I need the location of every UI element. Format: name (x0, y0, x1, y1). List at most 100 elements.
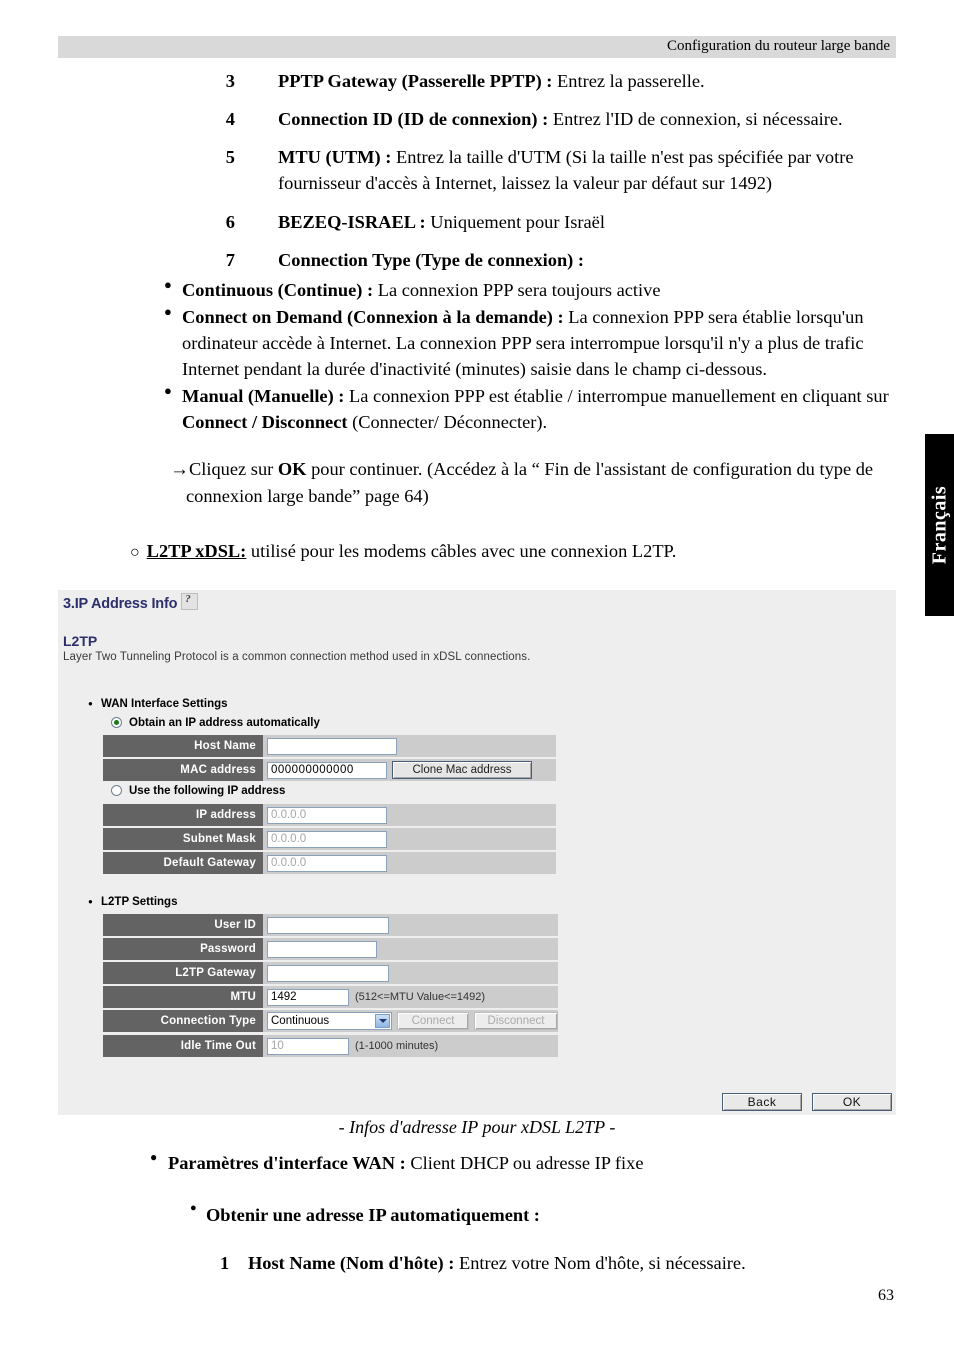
connection-type-selected-value: Continuous (271, 1015, 330, 1027)
bullet-term: Continuous (Continue) : (182, 279, 374, 300)
running-header-title: Configuration du routeur large bande (667, 38, 890, 54)
panel-description: Layer Two Tunneling Protocol is a common… (63, 651, 531, 663)
disconnect-button[interactable]: Disconnect (474, 1012, 558, 1030)
figure-caption: - Infos d'adresse IP pour xDSL L2TP - (338, 1117, 616, 1137)
subnet-mask-input[interactable]: 0.0.0.0 (267, 830, 387, 848)
list-item: 1 Host Name (Nom d'hôte) : Entrez votre N… (220, 1250, 896, 1276)
tail-text: Entrez votre Nom d'hôte, si nécessaire. (454, 1253, 746, 1274)
bullet-text-part1: La connexion PPP est établie / interromp… (344, 386, 889, 407)
panel-title-text: 3.IP Address Info (63, 596, 178, 612)
instruction-text-part1: Cliquez sur (189, 458, 278, 479)
list-item-body: BEZEQ-ISRAEL : Uniquement pour Israël (278, 209, 896, 235)
field-label: Password (103, 938, 263, 960)
list-item-number: 5 (225, 147, 235, 168)
list-item: 6 BEZEQ-ISRAEL : Uniquement pour Israël (58, 209, 896, 235)
list-item-number: 3 (225, 71, 235, 91)
idle-time-out-input[interactable]: 10 (267, 1037, 349, 1055)
section-header-l2tp: L2TP Settings (88, 896, 178, 908)
instruction-ok-term: OK (277, 458, 307, 479)
field-row-mtu: MTU 1492 (512<=MTU Value<=1492) (103, 986, 558, 1008)
radio-icon-unselected[interactable] (111, 785, 122, 796)
list-item-term: PPTP Gateway (Passerelle PPTP) : (278, 71, 553, 91)
field-label: L2TP Gateway (103, 962, 263, 984)
field-label: MTU (103, 986, 263, 1008)
document-tail: Paramètres d'interface WAN : Client DHCP… (58, 1149, 896, 1276)
bullet-text-part2: (Connecter/ Déconnecter). (347, 412, 548, 433)
field-row-idle-time-out: Idle Time Out 10 (1-1000 minutes) (103, 1035, 558, 1057)
field-label: MAC address (103, 759, 263, 781)
tail-term: Host Name (Nom d'hôte) : (248, 1253, 455, 1274)
radio-label: Obtain an IP address automatically (129, 717, 320, 729)
l2tp-xdsl-entry: ○ L2TP xDSL: utilisé pour les modems câbl… (130, 538, 896, 565)
field-row-password: Password (103, 938, 558, 960)
list-item: 4 Connection ID (ID de connexion) : Entr… (58, 106, 896, 132)
list-item-body: Connection Type (Type de connexion) : (278, 247, 896, 273)
field-label: Connection Type (103, 1010, 263, 1032)
radio-use-following-ip[interactable]: Use the following IP address (111, 785, 285, 797)
connect-button[interactable]: Connect (397, 1012, 469, 1030)
list-item: 7 Connection Type (Type de connexion) : (58, 247, 896, 273)
list-item-term: BEZEQ-ISRAEL : (278, 211, 426, 232)
instruction-paragraph: →Cliquez sur OK pour continuer. (Accédez… (170, 456, 912, 510)
tail-text: Client DHCP ou adresse IP fixe (405, 1153, 644, 1173)
field-label: User ID (103, 914, 263, 936)
chevron-down-icon[interactable] (375, 1014, 390, 1028)
field-label: Subnet Mask (103, 828, 263, 850)
connection-type-bullet-list: Continuous (Continue) : La connexion PPP… (58, 276, 896, 436)
host-name-input[interactable] (267, 737, 397, 755)
radio-label: Use the following IP address (129, 785, 286, 797)
user-id-input[interactable] (267, 916, 389, 934)
bullet-text: La connexion PPP sera toujours active (373, 279, 661, 300)
list-item: 5 MTU (UTM) : Entrez la taille d'UTM (Si… (58, 144, 896, 196)
bullet-term: Manual (Manuelle) : (182, 386, 345, 407)
list-item: Paramètres d'interface WAN : Client DHCP… (150, 1149, 896, 1176)
clone-mac-address-button[interactable]: Clone Mac address (392, 761, 532, 779)
ok-button[interactable]: OK (812, 1093, 892, 1111)
router-ui-screenshot: 3.IP Address Info L2TP Layer Two Tunneli… (58, 585, 896, 1115)
ip-address-input[interactable]: 0.0.0.0 (267, 806, 387, 824)
list-item: 3 PPTP Gateway (Passerelle PPTP) : Entre… (58, 68, 896, 94)
default-gateway-input[interactable]: 0.0.0.0 (267, 854, 387, 872)
idle-time-out-hint: (1-1000 minutes) (355, 1040, 439, 1052)
mtu-input[interactable]: 1492 (267, 988, 349, 1006)
running-header: Configuration du routeur large bande (58, 36, 896, 58)
help-icon[interactable] (181, 593, 199, 610)
list-item: Obtenir une adresse IP automatiquement : (190, 1201, 896, 1228)
list-item-number: 4 (225, 109, 235, 130)
field-row-mac-address: MAC address 000000000000 Clone Mac addre… (103, 759, 556, 781)
list-item-term: MTU (UTM) : (278, 147, 392, 168)
field-label: Host Name (103, 735, 263, 757)
page-number: 63 (878, 1287, 894, 1304)
list-item: Manual (Manuelle) : La connexion PPP est… (164, 382, 896, 435)
l2tp-xdsl-text: utilisé pour les modems câbles avec une … (246, 540, 677, 561)
bullet-term: Connect on Demand (Connexion à la demand… (182, 306, 564, 327)
field-label: Idle Time Out (103, 1035, 263, 1057)
field-row-user-id: User ID (103, 914, 558, 936)
radio-obtain-ip-automatically[interactable]: Obtain an IP address automatically (111, 717, 320, 729)
back-button[interactable]: Back (722, 1093, 802, 1111)
connection-type-select[interactable]: Continuous (267, 1012, 392, 1030)
field-row-host-name: Host Name (103, 735, 556, 757)
list-item-body: Connection ID (ID de connexion) : Entrez… (278, 106, 896, 132)
list-item-text: Entrez la passerelle. (552, 71, 705, 91)
list-item-body: PPTP Gateway (Passerelle PPTP) : Entrez … (278, 68, 896, 94)
panel-title: 3.IP Address Info (63, 593, 199, 612)
section-header-wan: WAN Interface Settings (88, 698, 227, 710)
password-input[interactable] (267, 940, 377, 958)
field-row-default-gateway: Default Gateway 0.0.0.0 (103, 852, 556, 874)
field-row-l2tp-gateway: L2TP Gateway (103, 962, 558, 984)
field-label: Default Gateway (103, 852, 263, 874)
field-label: IP address (103, 804, 263, 826)
panel-footer-buttons: Back OK (712, 1093, 892, 1111)
l2tp-xdsl-term: L2TP xDSL: (146, 540, 247, 561)
circle-bullet-icon: ○ (130, 543, 140, 561)
panel-subtitle: L2TP (63, 633, 98, 649)
list-item-number: 7 (225, 249, 235, 270)
radio-icon-selected[interactable] (111, 717, 122, 728)
l2tp-gateway-input[interactable] (267, 964, 389, 982)
field-row-ip-address: IP address 0.0.0.0 (103, 804, 556, 826)
list-item-text: Uniquement pour Israël (425, 211, 605, 232)
language-tab-francais: Français (925, 434, 954, 616)
mac-address-input[interactable]: 000000000000 (267, 761, 387, 779)
list-item-number: 6 (225, 211, 235, 232)
